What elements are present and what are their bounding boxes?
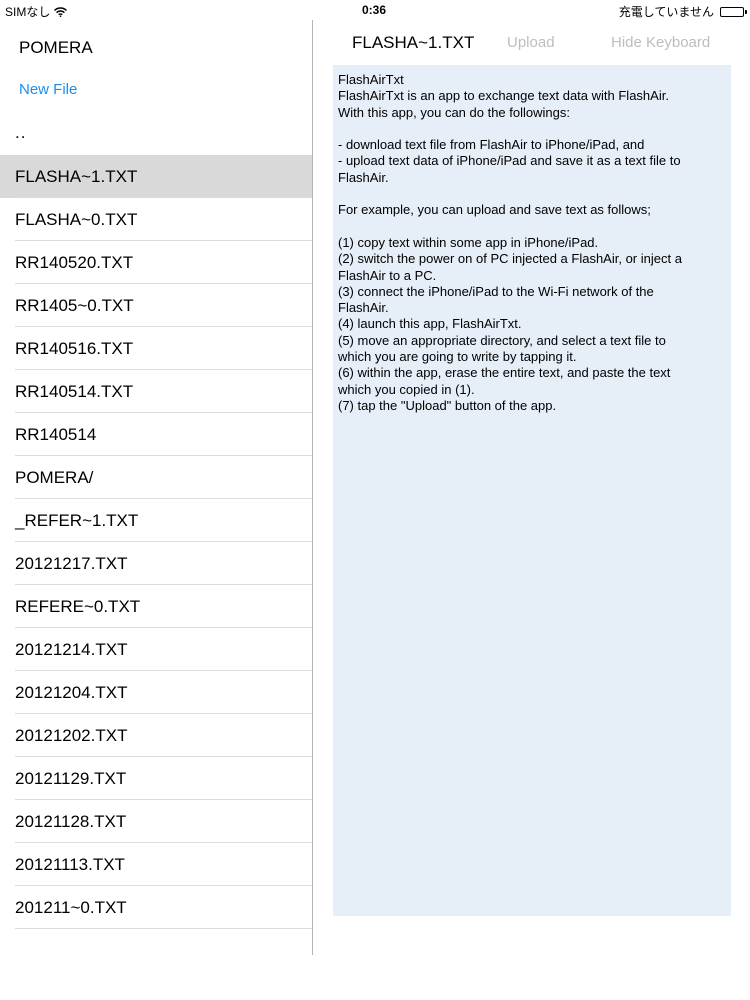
file-list-item[interactable]: FLASHA~1.TXT — [0, 155, 312, 198]
file-list-item[interactable]: 201211~0.TXT — [0, 886, 312, 929]
file-list-item[interactable]: 20121202.TXT — [0, 714, 312, 757]
file-list-item[interactable]: RR1405~0.TXT — [0, 284, 312, 327]
file-list-item[interactable]: FLASHA~0.TXT — [0, 198, 312, 241]
file-list-item[interactable]: RR140520.TXT — [0, 241, 312, 284]
file-list-item[interactable]: 20121217.TXT — [0, 542, 312, 585]
file-list-item[interactable]: POMERA/ — [0, 456, 312, 499]
file-list-item[interactable]: RR140516.TXT — [0, 327, 312, 370]
hide-keyboard-button[interactable]: Hide Keyboard — [611, 34, 710, 51]
carrier-label: SIMなし — [5, 5, 51, 19]
file-list-item[interactable]: 20121129.TXT — [0, 757, 312, 800]
wifi-icon — [54, 6, 68, 17]
file-list-item[interactable]: 20121204.TXT — [0, 671, 312, 714]
status-time: 0:36 — [362, 3, 387, 17]
file-list-item[interactable]: RR140514.TXT — [0, 370, 312, 413]
editor-nav-bar: FLASHA~1.TXT Upload Hide Keyboard — [313, 20, 750, 64]
file-list-item[interactable]: 20121128.TXT — [0, 800, 312, 843]
sidebar-divider — [312, 20, 313, 955]
status-right: 充電していません — [618, 3, 747, 20]
sidebar-title: POMERA — [19, 38, 93, 57]
upload-button[interactable]: Upload — [507, 34, 555, 51]
file-list-item[interactable]: 20121214.TXT — [0, 628, 312, 671]
file-list: FLASHA~1.TXT FLASHA~0.TXT RR140520.TXT RR14… — [0, 155, 312, 929]
file-list-item[interactable]: RR140514 — [0, 413, 312, 456]
battery-icon — [720, 6, 747, 17]
new-file-button[interactable]: New File — [19, 81, 77, 98]
file-list-item[interactable]: 20121113.TXT — [0, 843, 312, 886]
sidebar: POMERA New File .. FLASHA~1.TXT FLASHA~0.… — [0, 20, 313, 1000]
status-left: SIMなし — [5, 3, 68, 20]
file-list-item[interactable]: REFERE~0.TXT — [0, 585, 312, 628]
parent-directory-item[interactable]: .. — [15, 123, 26, 143]
file-list-item[interactable]: _REFER~1.TXT — [0, 499, 312, 542]
charging-status: 充電していません — [618, 5, 714, 19]
status-bar: SIMなし 0:36 充電していません — [0, 0, 750, 20]
text-editor[interactable]: FlashAirTxt FlashAirTxt is an app to exc… — [333, 65, 731, 916]
document-title: FLASHA~1.TXT — [352, 33, 475, 52]
